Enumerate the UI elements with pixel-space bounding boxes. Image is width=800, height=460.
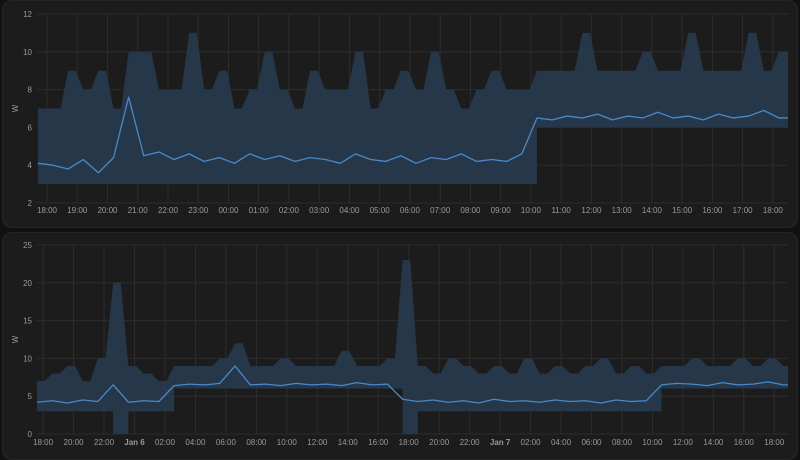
x-tick-label: 18:00	[37, 206, 58, 215]
x-tick-label: 02:00	[521, 438, 542, 447]
y-tick-label: 0	[28, 430, 33, 439]
y-tick-label: 12	[23, 10, 32, 19]
x-tick-label: 05:00	[370, 206, 391, 215]
x-tick-label: 06:00	[400, 206, 421, 215]
x-tick-label: 06:00	[216, 438, 237, 447]
y-tick-label: 25	[23, 241, 32, 250]
x-tick-label: 23:00	[188, 206, 209, 215]
y-tick-label: 5	[28, 392, 33, 401]
x-tick-label: 22:00	[460, 438, 481, 447]
x-tick-label: 01:00	[249, 206, 270, 215]
x-tick-label: 16:00	[702, 206, 723, 215]
x-tick-label: 21:00	[128, 206, 149, 215]
x-tick-label: 20:00	[97, 206, 118, 215]
x-tick-label: 10:00	[521, 206, 542, 215]
x-tick-label: 15:00	[672, 206, 693, 215]
x-tick-label: 04:00	[185, 438, 206, 447]
x-tick-label: 07:00	[430, 206, 451, 215]
y-tick-label: 20	[23, 279, 32, 288]
x-tick-label: 19:00	[67, 206, 88, 215]
x-tick-label: 22:00	[158, 206, 179, 215]
x-tick-label: 10:00	[277, 438, 298, 447]
x-tick-label: 18:00	[33, 438, 54, 447]
x-tick-label: 14:00	[642, 206, 663, 215]
x-tick-label: 22:00	[94, 438, 115, 447]
y-tick-label: 15	[23, 317, 32, 326]
y-tick-label: 10	[23, 48, 32, 57]
x-tick-label: 08:00	[246, 438, 267, 447]
y-tick-label: 8	[28, 86, 33, 95]
chart-2: 0 5 10 15 20 25 18:00 20:00 22:00 Jan 6 02:00 04:00…	[11, 241, 788, 447]
x-tick-label: 14:00	[338, 438, 359, 447]
x-tick-label: 12:00	[307, 438, 328, 447]
x-tick-label: 20:00	[429, 438, 450, 447]
x-tick-label: 11:00	[551, 206, 571, 215]
x-tick-label: 12:00	[581, 206, 602, 215]
x-tick-label: 10:00	[642, 438, 663, 447]
x-tick-label: 16:00	[734, 438, 755, 447]
x-tick-label: 08:00	[612, 438, 633, 447]
x-tick-label: 17:00	[733, 206, 754, 215]
y-axis-label: W	[11, 104, 20, 112]
x-tick-label: 03:00	[309, 206, 330, 215]
charts-svg: 2468101218:00 19:00 20:00 21:00 22:00 23:00 00…	[11, 10, 789, 447]
x-tick-label: 20:00	[64, 438, 85, 447]
y-tick-label: 6	[28, 123, 33, 132]
x-tick-label: 08:00	[460, 206, 481, 215]
x-tick-label: 04:00	[551, 438, 572, 447]
x-tick-label: Jan 7	[490, 438, 511, 447]
x-tick-label: Jan 6	[124, 438, 145, 447]
x-tick-label: 13:00	[612, 206, 633, 215]
x-tick-label: 18:00	[399, 438, 420, 447]
x-tick-label: 16:00	[368, 438, 389, 447]
x-tick-label: 06:00	[581, 438, 602, 447]
x-tick-label: 14:00	[703, 438, 724, 447]
x-tick-label: 02:00	[155, 438, 176, 447]
x-tick-label: 18:00	[763, 206, 784, 215]
chart-1: 2 4 6 8 10 12 18:00 19:00 20:00 21:00 22:00 23:00 00…	[11, 10, 789, 215]
y-axis-label: W	[11, 335, 20, 343]
y-tick-label: 10	[23, 354, 32, 363]
x-tick-label: 00:00	[218, 206, 239, 215]
x-tick-label: 18:00	[764, 438, 785, 447]
x-tick-label: 09:00	[491, 206, 512, 215]
y-tick-label: 2	[28, 199, 33, 208]
y-tick-label: 4	[28, 161, 33, 170]
x-tick-label: 12:00	[673, 438, 694, 447]
x-tick-label: 02:00	[279, 206, 300, 215]
x-tick-label: 04:00	[339, 206, 360, 215]
min-max-band	[37, 260, 788, 434]
